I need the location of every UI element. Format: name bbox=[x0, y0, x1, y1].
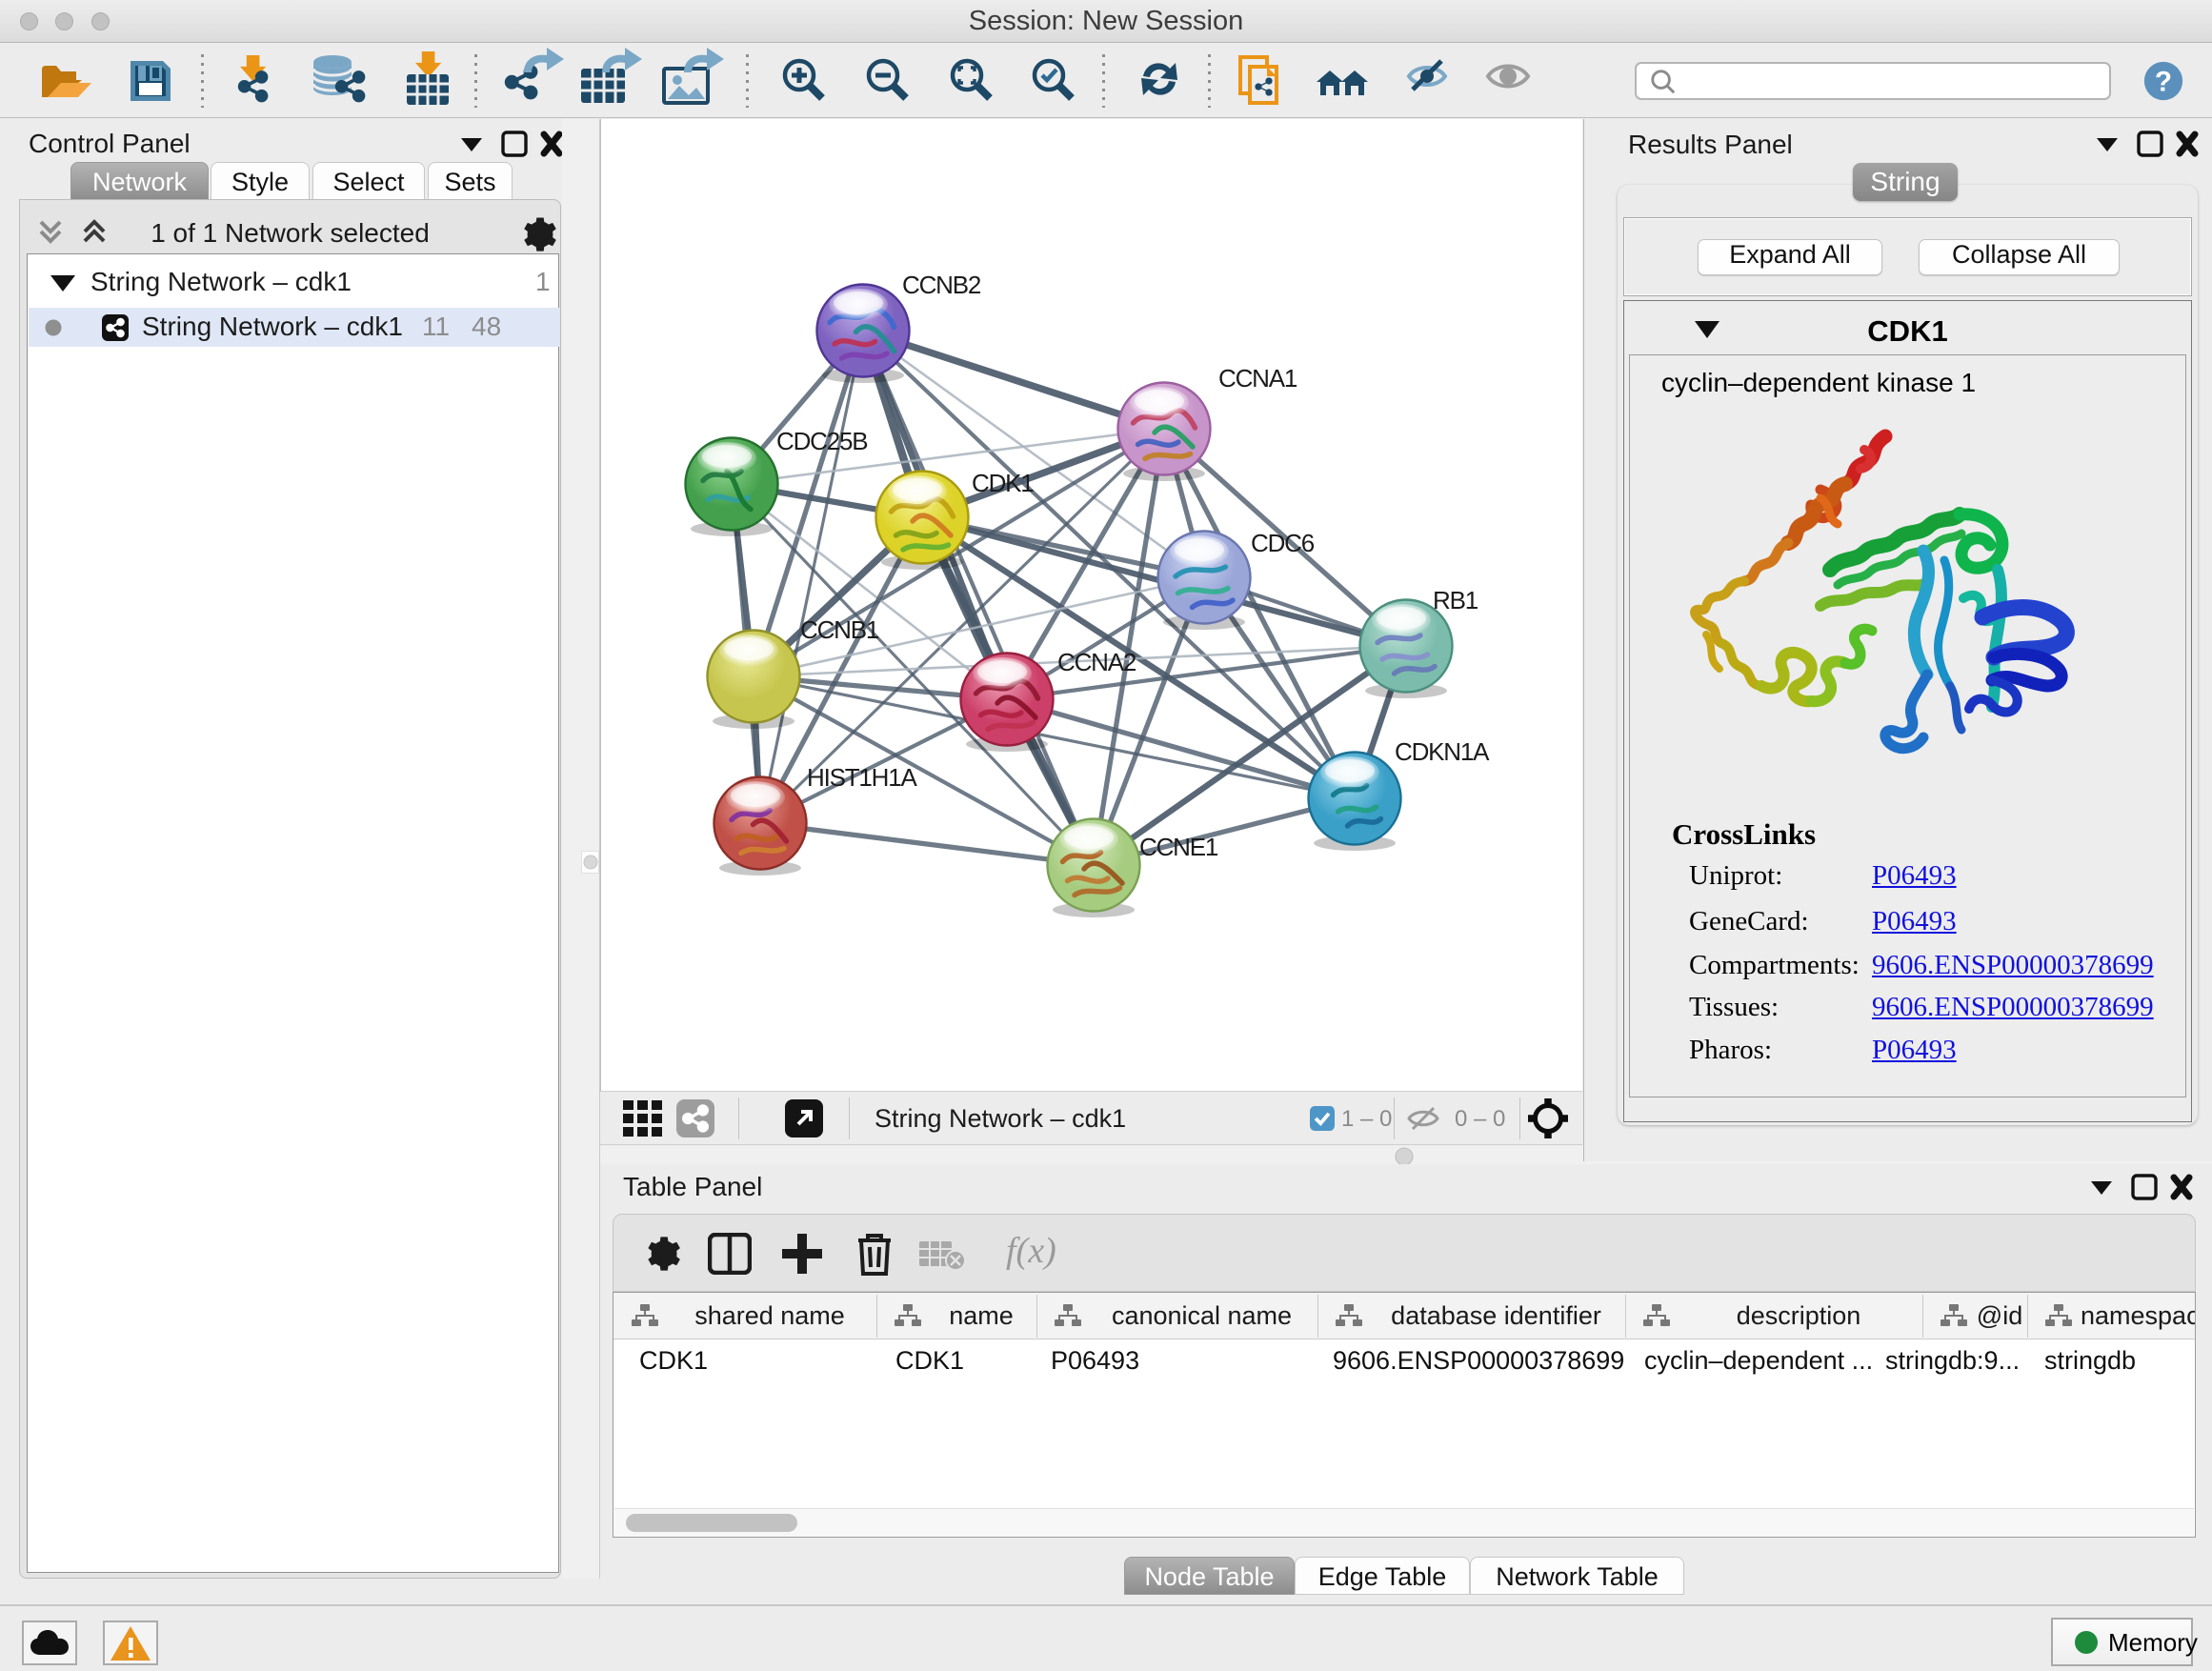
svg-text:CCNE1: CCNE1 bbox=[1139, 833, 1218, 861]
svg-text:CCNA1: CCNA1 bbox=[1218, 364, 1297, 393]
svg-text:HIST1H1A: HIST1H1A bbox=[807, 763, 918, 792]
svg-text:CCNB2: CCNB2 bbox=[902, 271, 981, 299]
svg-text:CDC6: CDC6 bbox=[1251, 529, 1315, 557]
svg-text:CCNB1: CCNB1 bbox=[800, 615, 879, 644]
svg-text:CDKN1A: CDKN1A bbox=[1395, 737, 1490, 766]
svg-text:CDC25B: CDC25B bbox=[776, 427, 867, 455]
svg-text:RB1: RB1 bbox=[1433, 586, 1478, 614]
svg-text:CDK1: CDK1 bbox=[972, 469, 1034, 497]
svg-text:CCNA2: CCNA2 bbox=[1057, 648, 1136, 676]
svg-text:?: ? bbox=[2155, 67, 2172, 98]
